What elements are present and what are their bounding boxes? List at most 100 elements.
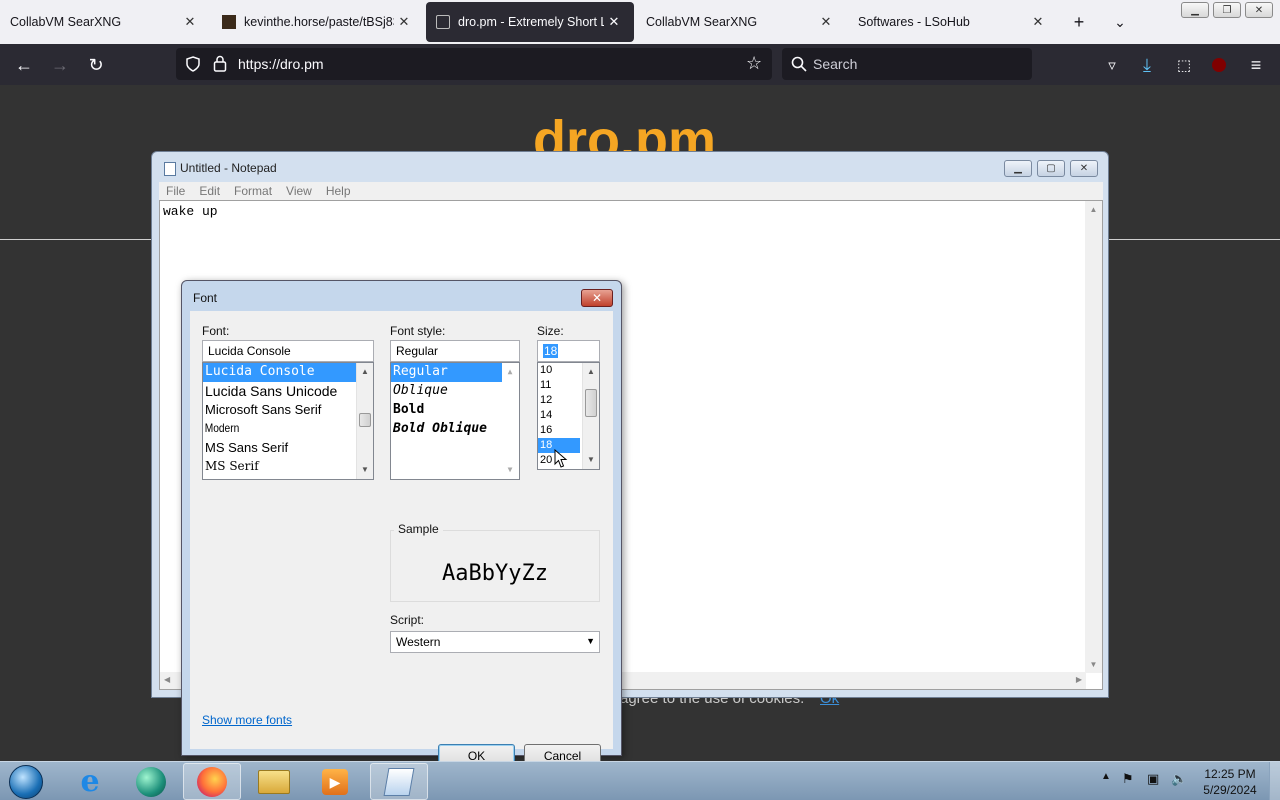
style-option-bold[interactable]: Bold: [391, 401, 519, 420]
new-tab-plus-icon[interactable]: +: [1067, 10, 1091, 34]
notepad-menu-bar: File Edit Format View Help: [159, 182, 1103, 200]
size-input-value: 18: [543, 344, 559, 358]
pocket-icon[interactable]: ▿: [1099, 52, 1125, 78]
font-option-microsoft-sans-serif[interactable]: Microsoft Sans Serif: [203, 401, 373, 420]
download-icon[interactable]: ⤓: [1134, 52, 1160, 78]
font-option-ms-sans-serif[interactable]: MS Sans Serif: [203, 439, 373, 458]
close-icon[interactable]: ✕: [816, 12, 836, 32]
horse-favicon-icon: [222, 15, 236, 29]
font-option-lucida-console[interactable]: Lucida Console: [203, 363, 373, 382]
tab-kevinthe-horse[interactable]: kevinthe.horse/paste/tBSj83X ✕: [212, 2, 424, 42]
tab-softwares-lsohub[interactable]: Softwares - LSoHub ✕: [848, 2, 1058, 42]
tab-collabvm-searxng-1[interactable]: CollabVM SearXNG ✕: [0, 2, 210, 42]
scroll-left-icon[interactable]: ◀: [164, 675, 170, 684]
close-icon[interactable]: ✕: [604, 12, 624, 32]
scroll-right-icon[interactable]: ▶: [1076, 675, 1082, 684]
forward-arrow-icon[interactable]: →: [47, 52, 73, 78]
style-option-bold-oblique[interactable]: Bold Oblique: [391, 420, 519, 439]
style-list-scrollbar[interactable]: ▲ ▼: [502, 363, 519, 479]
start-button[interactable]: [0, 763, 52, 800]
close-icon[interactable]: ✕: [1028, 12, 1048, 32]
style-option-oblique[interactable]: Oblique: [391, 382, 519, 401]
url-bar[interactable]: https://dro.pm ☆: [176, 48, 772, 80]
chevron-down-icon[interactable]: ▼: [586, 636, 595, 646]
tab-dro-pm[interactable]: dro.pm - Extremely Short Link ✕: [426, 2, 634, 42]
clock-time: 12:25 PM: [1204, 767, 1256, 781]
close-icon[interactable]: ✕: [581, 289, 613, 307]
scroll-thumb[interactable]: [359, 413, 371, 427]
font-style-input[interactable]: Regular: [390, 340, 520, 362]
font-dialog: Font ✕ Font: Lucida Console Lucida Conso…: [181, 280, 622, 767]
font-list[interactable]: Lucida Console Lucida Sans Unicode Micro…: [202, 362, 374, 480]
menu-edit[interactable]: Edit: [192, 182, 227, 200]
menu-format[interactable]: Format: [227, 182, 279, 200]
menu-help[interactable]: Help: [319, 182, 358, 200]
font-list-scrollbar[interactable]: ▲ ▼: [356, 363, 373, 479]
tab-collabvm-searxng-2[interactable]: CollabVM SearXNG ✕: [636, 2, 846, 42]
taskbar-internet-explorer[interactable]: e: [61, 763, 119, 800]
close-icon[interactable]: ✕: [180, 12, 200, 32]
taskbar-firefox[interactable]: [183, 763, 241, 800]
network-icon[interactable]: ▣: [1147, 771, 1159, 787]
taskbar-app-sphere[interactable]: [122, 763, 180, 800]
reload-icon[interactable]: ↻: [83, 52, 109, 78]
style-option-regular[interactable]: Regular: [391, 363, 519, 382]
vertical-scrollbar[interactable]: ▲ ▼: [1085, 201, 1102, 673]
taskbar-media-player[interactable]: ▶: [306, 763, 364, 800]
search-bar[interactable]: Search: [782, 48, 1032, 80]
scroll-up-icon[interactable]: ▲: [583, 365, 599, 379]
show-more-fonts-link[interactable]: Show more fonts: [202, 713, 292, 727]
shield-icon[interactable]: [185, 56, 201, 72]
font-style-list[interactable]: Regular Oblique Bold Bold Oblique ▲ ▼: [390, 362, 520, 480]
sample-group: AaBbYyZz: [390, 530, 600, 602]
sample-label: Sample: [394, 522, 443, 536]
menu-view[interactable]: View: [279, 182, 319, 200]
size-input[interactable]: 18: [537, 340, 600, 362]
maximize-icon[interactable]: ▢: [1037, 160, 1065, 177]
ublock-icon[interactable]: [1206, 52, 1232, 78]
scroll-thumb[interactable]: [585, 389, 597, 417]
minimize-icon[interactable]: ▁: [1004, 160, 1032, 177]
scroll-down-icon[interactable]: ▼: [357, 463, 373, 477]
font-option-modern[interactable]: Modern: [203, 420, 348, 439]
back-arrow-icon[interactable]: ←: [11, 52, 37, 78]
script-select[interactable]: Western ▼: [390, 631, 600, 653]
navigation-toolbar: ← → ↻ https://dro.pm ☆ Search ▿ ⤓ ⬚ ≡: [0, 44, 1280, 85]
list-tabs-chevron-icon[interactable]: ⌄: [1108, 10, 1132, 34]
window-controls: ▁ ❐ ✕: [1181, 2, 1273, 18]
scroll-down-icon[interactable]: ▼: [1085, 660, 1102, 669]
scroll-up-icon[interactable]: ▲: [502, 365, 518, 379]
scroll-down-icon[interactable]: ▼: [502, 463, 518, 477]
extensions-puzzle-icon[interactable]: ⬚: [1171, 52, 1197, 78]
restore-icon[interactable]: ❐: [1213, 2, 1241, 18]
scroll-up-icon[interactable]: ▲: [1085, 205, 1102, 214]
menu-file[interactable]: File: [159, 182, 192, 200]
show-desktop-button[interactable]: [1269, 762, 1280, 800]
minimize-icon[interactable]: ▁: [1181, 2, 1209, 18]
lock-icon[interactable]: [213, 55, 227, 72]
close-icon[interactable]: ✕: [394, 12, 414, 32]
notepad-title: Untitled - Notepad: [180, 161, 277, 175]
font-option-ms-serif[interactable]: MS Serif: [203, 458, 373, 477]
dro-favicon-icon: [436, 15, 450, 29]
size-list-scrollbar[interactable]: ▲ ▼: [582, 363, 599, 469]
volume-muted-icon[interactable]: 🔈: [1171, 771, 1187, 787]
globe-app-icon: [136, 766, 166, 797]
hamburger-menu-icon[interactable]: ≡: [1243, 52, 1269, 78]
sample-text: AaBbYyZz: [442, 561, 548, 586]
scroll-up-icon[interactable]: ▲: [357, 365, 373, 379]
show-hidden-icons[interactable]: ▲: [1101, 771, 1111, 782]
close-icon[interactable]: ✕: [1070, 160, 1098, 177]
taskbar-notepad[interactable]: [370, 763, 428, 800]
bookmark-star-icon[interactable]: ☆: [746, 53, 762, 74]
taskbar-explorer[interactable]: [245, 763, 303, 800]
font-option-lucida-sans-unicode[interactable]: Lucida Sans Unicode: [203, 382, 373, 401]
close-window-icon[interactable]: ✕: [1245, 2, 1273, 18]
system-clock[interactable]: 12:25 PM 5/29/2024: [1197, 766, 1263, 798]
action-center-flag-icon[interactable]: ⚑: [1122, 771, 1134, 787]
size-label: Size:: [537, 324, 564, 338]
url-text: https://dro.pm: [238, 56, 324, 72]
scroll-down-icon[interactable]: ▼: [583, 453, 599, 467]
size-list[interactable]: 10 11 12 14 16 18 20 ▲ ▼: [537, 362, 600, 470]
font-name-input[interactable]: Lucida Console: [202, 340, 374, 362]
